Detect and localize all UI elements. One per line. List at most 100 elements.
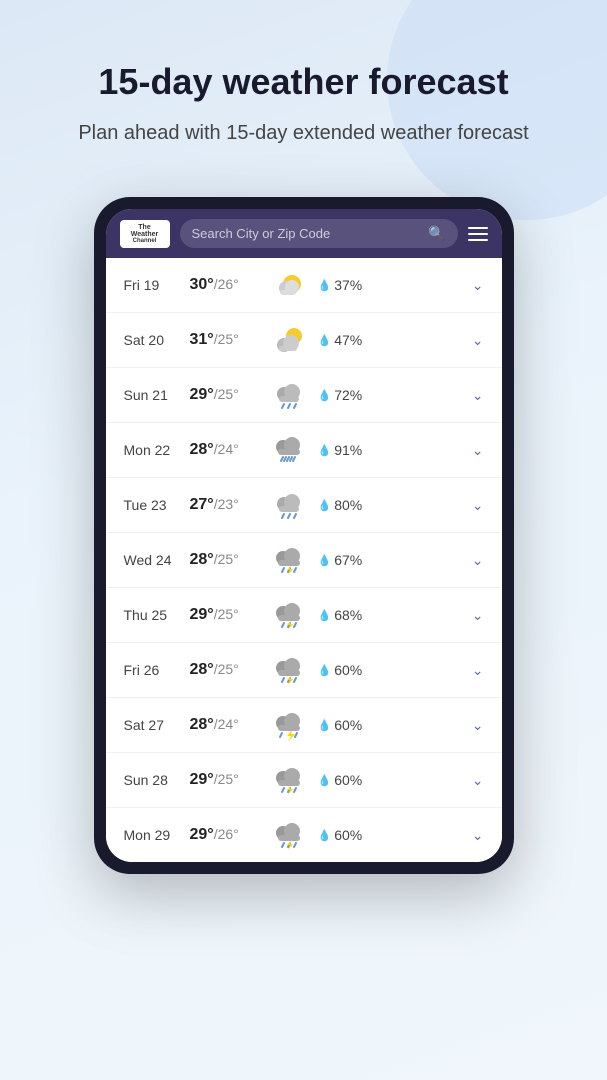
precip-icon: 💧 xyxy=(318,279,332,292)
temp-high: 27° xyxy=(190,496,214,513)
forecast-row-mon29[interactable]: Mon 29 29°/26° 💧 60% ⌄ xyxy=(106,808,502,862)
day-label: Sat 20 xyxy=(124,332,182,348)
temp-low: 25° xyxy=(218,386,239,402)
precip-icon: 💧 xyxy=(318,444,332,457)
day-label: Sat 27 xyxy=(124,717,182,733)
menu-button[interactable] xyxy=(468,227,488,241)
temp-low: 26° xyxy=(218,276,239,292)
logo-line3: Channel xyxy=(133,238,157,244)
expand-chevron[interactable]: ⌄ xyxy=(472,332,484,349)
temp-high: 28° xyxy=(190,716,214,733)
temp-high: 29° xyxy=(190,386,214,403)
temp-display: 28°/24° xyxy=(190,441,262,459)
search-icon: 🔍 xyxy=(428,225,445,242)
phone-screen: The Weather Channel Search City or Zip C… xyxy=(106,209,502,862)
temp-high: 29° xyxy=(190,826,214,843)
temp-high: 28° xyxy=(190,661,214,678)
day-label: Thu 25 xyxy=(124,607,182,623)
day-label: Fri 19 xyxy=(124,277,182,293)
forecast-row-wed24[interactable]: Wed 24 28°/25° 💧 67% ⌄ xyxy=(106,533,502,588)
forecast-row-sat27[interactable]: Sat 27 28°/24° 💧 60% ⌄ xyxy=(106,698,502,753)
temp-display: 29°/25° xyxy=(190,606,262,624)
forecast-row-fri19[interactable]: Fri 19 30°/26° 💧 37% ⌄ xyxy=(106,258,502,313)
forecast-row-thu25[interactable]: Thu 25 29°/25° 💧 68% ⌄ xyxy=(106,588,502,643)
expand-chevron[interactable]: ⌄ xyxy=(472,717,484,734)
weather-icon xyxy=(270,763,310,797)
precip-icon: 💧 xyxy=(318,389,332,402)
expand-chevron[interactable]: ⌄ xyxy=(472,827,484,844)
temp-high: 29° xyxy=(190,606,214,623)
precip-value: 60% xyxy=(334,662,362,678)
menu-line-1 xyxy=(468,227,488,229)
menu-line-2 xyxy=(468,233,488,235)
forecast-row-sat20[interactable]: Sat 20 31°/25° 💧 47% ⌄ xyxy=(106,313,502,368)
weather-icon xyxy=(270,378,310,412)
temp-low: 23° xyxy=(218,496,239,512)
expand-chevron[interactable]: ⌄ xyxy=(472,552,484,569)
precip-display: 💧 60% xyxy=(318,717,370,733)
hero-title: 15-day weather forecast xyxy=(30,60,577,103)
precip-display: 💧 60% xyxy=(318,772,370,788)
search-placeholder: Search City or Zip Code xyxy=(192,226,421,241)
hero-section: 15-day weather forecast Plan ahead with … xyxy=(0,0,607,177)
day-label: Fri 26 xyxy=(124,662,182,678)
logo-line2: Weather xyxy=(131,231,159,238)
forecast-row-sun28[interactable]: Sun 28 29°/25° 💧 60% ⌄ xyxy=(106,753,502,808)
weather-icon xyxy=(270,323,310,357)
precip-icon: 💧 xyxy=(318,499,332,512)
day-label: Sun 28 xyxy=(124,772,182,788)
temp-display: 31°/25° xyxy=(190,331,262,349)
precip-display: 💧 91% xyxy=(318,442,370,458)
precip-value: 80% xyxy=(334,497,362,513)
precip-value: 37% xyxy=(334,277,362,293)
temp-display: 28°/25° xyxy=(190,661,262,679)
precip-value: 91% xyxy=(334,442,362,458)
weather-icon xyxy=(270,268,310,302)
expand-chevron[interactable]: ⌄ xyxy=(472,497,484,514)
temp-low: 26° xyxy=(218,826,239,842)
precip-value: 68% xyxy=(334,607,362,623)
day-label: Tue 23 xyxy=(124,497,182,513)
precip-display: 💧 68% xyxy=(318,607,370,623)
expand-chevron[interactable]: ⌄ xyxy=(472,772,484,789)
temp-high: 28° xyxy=(190,551,214,568)
precip-display: 💧 60% xyxy=(318,662,370,678)
temp-high: 29° xyxy=(190,771,214,788)
temp-display: 30°/26° xyxy=(190,276,262,294)
precip-value: 60% xyxy=(334,827,362,843)
precip-icon: 💧 xyxy=(318,554,332,567)
weather-icon xyxy=(270,708,310,742)
forecast-row-fri26[interactable]: Fri 26 28°/25° 💧 60% ⌄ xyxy=(106,643,502,698)
precip-display: 💧 47% xyxy=(318,332,370,348)
forecast-row-mon22[interactable]: Mon 22 28°/24° 💧 91% ⌄ xyxy=(106,423,502,478)
precip-value: 72% xyxy=(334,387,362,403)
temp-low: 25° xyxy=(218,661,239,677)
precip-value: 67% xyxy=(334,552,362,568)
weather-icon xyxy=(270,433,310,467)
precip-display: 💧 72% xyxy=(318,387,370,403)
precip-value: 60% xyxy=(334,717,362,733)
expand-chevron[interactable]: ⌄ xyxy=(472,442,484,459)
day-label: Mon 29 xyxy=(124,827,182,843)
day-label: Wed 24 xyxy=(124,552,182,568)
temp-display: 27°/23° xyxy=(190,496,262,514)
expand-chevron[interactable]: ⌄ xyxy=(472,662,484,679)
forecast-list: Fri 19 30°/26° 💧 37% ⌄ Sat 20 31°/25° xyxy=(106,258,502,862)
forecast-row-tue23[interactable]: Tue 23 27°/23° 💧 80% ⌄ xyxy=(106,478,502,533)
temp-display: 29°/25° xyxy=(190,386,262,404)
temp-low: 24° xyxy=(218,441,239,457)
precip-display: 💧 60% xyxy=(318,827,370,843)
expand-chevron[interactable]: ⌄ xyxy=(472,387,484,404)
temp-low: 25° xyxy=(218,606,239,622)
precip-display: 💧 80% xyxy=(318,497,370,513)
search-bar[interactable]: Search City or Zip Code 🔍 xyxy=(180,219,458,248)
temp-high: 28° xyxy=(190,441,214,458)
temp-display: 28°/25° xyxy=(190,551,262,569)
weather-icon xyxy=(270,543,310,577)
precip-display: 💧 37% xyxy=(318,277,370,293)
expand-chevron[interactable]: ⌄ xyxy=(472,607,484,624)
app-logo: The Weather Channel xyxy=(120,220,170,248)
forecast-row-sun21[interactable]: Sun 21 29°/25° 💧 72% ⌄ xyxy=(106,368,502,423)
expand-chevron[interactable]: ⌄ xyxy=(472,277,484,294)
precip-icon: 💧 xyxy=(318,774,332,787)
